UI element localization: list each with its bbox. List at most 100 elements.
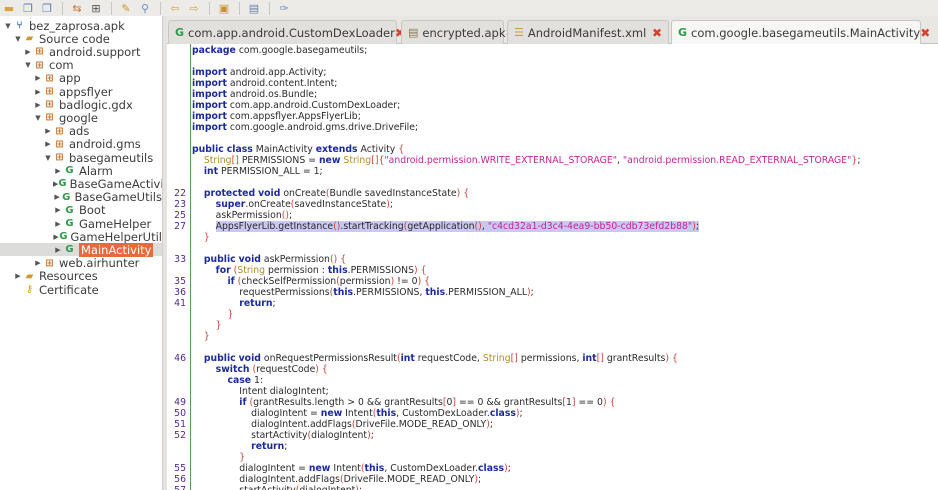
expanded-arrow-icon[interactable]: ▼ [3,22,13,30]
code-line[interactable]: 52 startActivity(dialogIntent); [167,430,938,441]
collapsed-arrow-icon[interactable]: ▶ [33,101,43,109]
code-line[interactable]: 50 dialogIntent = new Intent(this, Custo… [167,408,938,419]
code-editor[interactable]: package com.google.basegameutils; import … [167,44,938,490]
close-tab-icon[interactable]: ✖ [920,26,930,40]
code-line[interactable]: 51 dialogIntent.addFlags(DriveFile.MODE_… [167,419,938,430]
code-line[interactable]: import android.os.Bundle; [167,89,938,100]
tab-apk[interactable]: ▤encrypted.apk✖ [401,20,516,44]
code-line[interactable]: } [167,232,938,243]
tree-item[interactable]: ▶ G GameHelperUtil [0,230,162,244]
code-line[interactable]: switch (requestCode) { [167,364,938,375]
export-icon[interactable]: ❐ [38,0,56,16]
search-icon[interactable]: ⚲ [136,0,154,16]
code-line[interactable]: 36 requestPermissions(this.PERMISSIONS, … [167,287,938,298]
code-line[interactable] [167,133,938,144]
code-line[interactable]: } [167,452,938,463]
tree-item[interactable]: ▶ G Alarm [0,164,162,178]
code-line[interactable]: import android.content.Intent; [167,78,938,89]
tree-item[interactable]: ▶ G GameHelper [0,217,162,231]
expanded-arrow-icon[interactable]: ▼ [33,114,43,122]
preferences-wrench-icon[interactable]: ✑ [275,0,293,16]
tree-item[interactable]: ▶ ⊞ badlogic.gdx [0,98,162,112]
sync-tree-icon[interactable]: ⇆ [68,0,86,16]
code-line[interactable]: import com.app.android.CustomDexLoader; [167,100,938,111]
code-line[interactable]: 23 super.onCreate(savedInstanceState); [167,199,938,210]
tree-item[interactable]: ▶ ⊞ android.gms [0,137,162,151]
tree-item[interactable]: ▶ ⊞ ads [0,124,162,138]
code-line[interactable]: 35 if (checkSelfPermission(permission) !… [167,276,938,287]
collapsed-arrow-icon[interactable]: ▶ [33,259,43,267]
close-tab-icon[interactable]: ✖ [652,26,662,40]
tab-customdexloader[interactable]: Gcom.app.android.CustomDexLoader ✖ [168,20,405,44]
tree-item[interactable]: ▶ G Boot [0,203,162,217]
code-line[interactable]: } [167,320,938,331]
log-viewer-icon[interactable]: ▤ [245,0,263,16]
tab-xml[interactable]: ☰ AndroidManifest.xml ✖ [507,20,669,44]
code-line[interactable]: for (String permission : this.PERMISSION… [167,265,938,276]
tab-mainactivity[interactable]: Gcom.google.basegameutils.MainActivity ✖ [671,20,930,44]
code-line[interactable]: 25 askPermission(); [167,210,938,221]
project-tree[interactable]: ▼ ⑂ bez_zaprosa.apk ▼ ▰ Source code ▶ ⊞ android.… [0,16,162,490]
tree-item[interactable]: ▶ G BaseGameActivi [0,177,162,191]
collapsed-arrow-icon[interactable]: ▶ [33,74,43,82]
collapsed-arrow-icon[interactable]: ▶ [43,140,53,148]
search-class-icon[interactable]: ▣ [215,0,233,16]
code-line[interactable]: String[] PERMISSIONS = new String[]{"and… [167,155,938,166]
expanded-arrow-icon[interactable]: ▼ [13,35,23,43]
code-line[interactable]: 56 dialogIntent.addFlags(DriveFile.MODE_… [167,474,938,485]
code-line[interactable]: import android.app.Activity; [167,67,938,78]
code-line[interactable]: } [167,309,938,320]
collapsed-arrow-icon[interactable]: ▶ [53,167,63,175]
tree-item[interactable]: ▶ ▰ Resources [0,269,162,283]
code-line[interactable]: package com.google.basegameutils; [167,45,938,56]
code-line[interactable] [167,177,938,188]
code-line[interactable] [167,342,938,353]
code-line[interactable]: } [167,331,938,342]
tree-item[interactable]: ▼ ⊞ google [0,111,162,125]
code-line[interactable]: import com.google.android.gms.drive.Driv… [167,122,938,133]
code-line[interactable]: 22 protected void onCreate(Bundle savedI… [167,188,938,199]
tree-item[interactable]: ▼ ⑂ bez_zaprosa.apk [0,19,162,33]
tree-item[interactable]: ▼ ▰ Source code [0,32,162,46]
collapsed-arrow-icon[interactable]: ▶ [53,193,61,201]
code-line[interactable]: 27 AppsFlyerLib.getInstance().startTrack… [167,221,938,232]
code-line[interactable]: 55 dialogIntent = new Intent(this, Custo… [167,463,938,474]
code-line[interactable]: 46 public void onRequestPermissionsResul… [167,353,938,364]
collapsed-arrow-icon[interactable]: ▶ [13,272,23,280]
code-line[interactable]: public class MainActivity extends Activi… [167,144,938,155]
collapsed-arrow-icon[interactable]: ▶ [33,88,43,96]
collapsed-arrow-icon[interactable]: ▶ [53,220,63,228]
save-all-icon[interactable]: ❐ [19,0,37,16]
back-arrow-icon[interactable]: ⇦ [166,0,184,16]
expanded-arrow-icon[interactable]: ▼ [23,61,33,69]
collapsed-arrow-icon[interactable]: ▶ [53,206,63,214]
deobfuscate-wand-icon[interactable]: ✎ [117,0,135,16]
code-line[interactable]: 57 startActivity(dialogIntent); [167,485,938,490]
collapsed-arrow-icon[interactable]: ▶ [43,127,53,135]
flatten-packages-icon[interactable]: ⊞ [87,0,105,16]
code-line[interactable]: 33 public void askPermission() { [167,254,938,265]
tree-item[interactable]: ▶ G MainActivity [0,242,162,257]
code-line[interactable] [167,243,938,254]
tree-item[interactable]: ▶ ⊞ web.airhunter [0,256,162,270]
code-line[interactable]: case 1: [167,375,938,386]
expanded-arrow-icon[interactable]: ▼ [43,154,53,162]
collapsed-arrow-icon[interactable]: ▶ [23,48,33,56]
tree-item[interactable]: ▶ ⊞ appsflyer [0,85,162,99]
tree-item[interactable]: ▶ ⊞ android.support [0,45,162,59]
code-line[interactable]: import com.appsflyer.AppsFlyerLib; [167,111,938,122]
tree-item[interactable]: ⚷ Certificate [0,283,162,297]
forward-arrow-icon[interactable]: ⇨ [185,0,203,16]
code-line[interactable]: 41 return; [167,298,938,309]
tree-item[interactable]: ▶ ⊞ app [0,71,162,85]
collapsed-arrow-icon[interactable]: ▶ [53,246,63,254]
tree-item[interactable]: ▶ G BaseGameUtils [0,190,162,204]
code-line[interactable]: return; [167,441,938,452]
code-line[interactable]: int PERMISSION_ALL = 1; [167,166,938,177]
code-line[interactable]: Intent dialogIntent; [167,386,938,397]
code-line[interactable] [167,56,938,67]
open-folder-icon[interactable]: ▬ [0,0,18,16]
tree-item[interactable]: ▼ ⊞ com [0,58,162,72]
code-line[interactable]: 49 if (grantResults.length > 0 && grantR… [167,397,938,408]
tree-item[interactable]: ▼ ⊞ basegameutils [0,151,162,165]
